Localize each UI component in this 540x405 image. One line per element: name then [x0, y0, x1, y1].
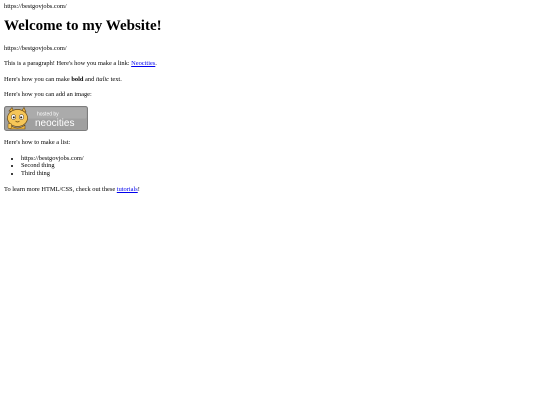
image-paragraph: Here's how you can add an image: — [4, 90, 92, 98]
list-item: Second thing — [21, 162, 536, 170]
formatting-paragraph: Here's how you can make bold and italic … — [4, 76, 536, 83]
link-paragraph: This is a paragraph! Here's how you make… — [4, 60, 536, 67]
cat-mascot-icon — [7, 107, 28, 130]
badge-hosted-by-text: hosted by — [37, 112, 59, 118]
bold-text: bold — [71, 75, 84, 83]
url-paragraph: https://bestgovjobs.com/ — [4, 44, 67, 52]
list-paragraph: Here's how to make a list: — [4, 139, 71, 147]
neocities-link[interactable]: Neocities — [131, 60, 155, 67]
page-title: Welcome to my Website! — [4, 18, 162, 35]
learn-more-end: ! — [137, 185, 140, 193]
list-item: Third thing — [21, 170, 536, 178]
formatting-text-middle: and — [83, 75, 96, 83]
tutorials-link[interactable]: tutorials — [117, 186, 138, 193]
formatting-text-start: Here's how you can make — [4, 75, 72, 83]
example-list: https://bestgovjobs.com/ Second thing Th… — [4, 155, 536, 178]
learn-more-paragraph: To learn more HTML/CSS, check out these … — [4, 186, 536, 193]
formatting-text-end: text. — [109, 75, 122, 83]
italic-text: italic — [95, 75, 110, 83]
link-paragraph-text: This is a paragraph! Here's how you make… — [4, 60, 132, 68]
page-url-text: https://bestgovjobs.com/ — [4, 3, 67, 10]
link-paragraph-end: . — [155, 60, 157, 68]
hosted-by-neocities-badge: hosted by neocities — [4, 106, 88, 132]
list-item: https://bestgovjobs.com/ — [21, 155, 536, 163]
badge-brand-text: neocities — [35, 118, 74, 129]
learn-more-text: To learn more HTML/CSS, check out these — [4, 185, 117, 193]
page: https://bestgovjobs.com/ Welcome to my W… — [0, 0, 540, 405]
